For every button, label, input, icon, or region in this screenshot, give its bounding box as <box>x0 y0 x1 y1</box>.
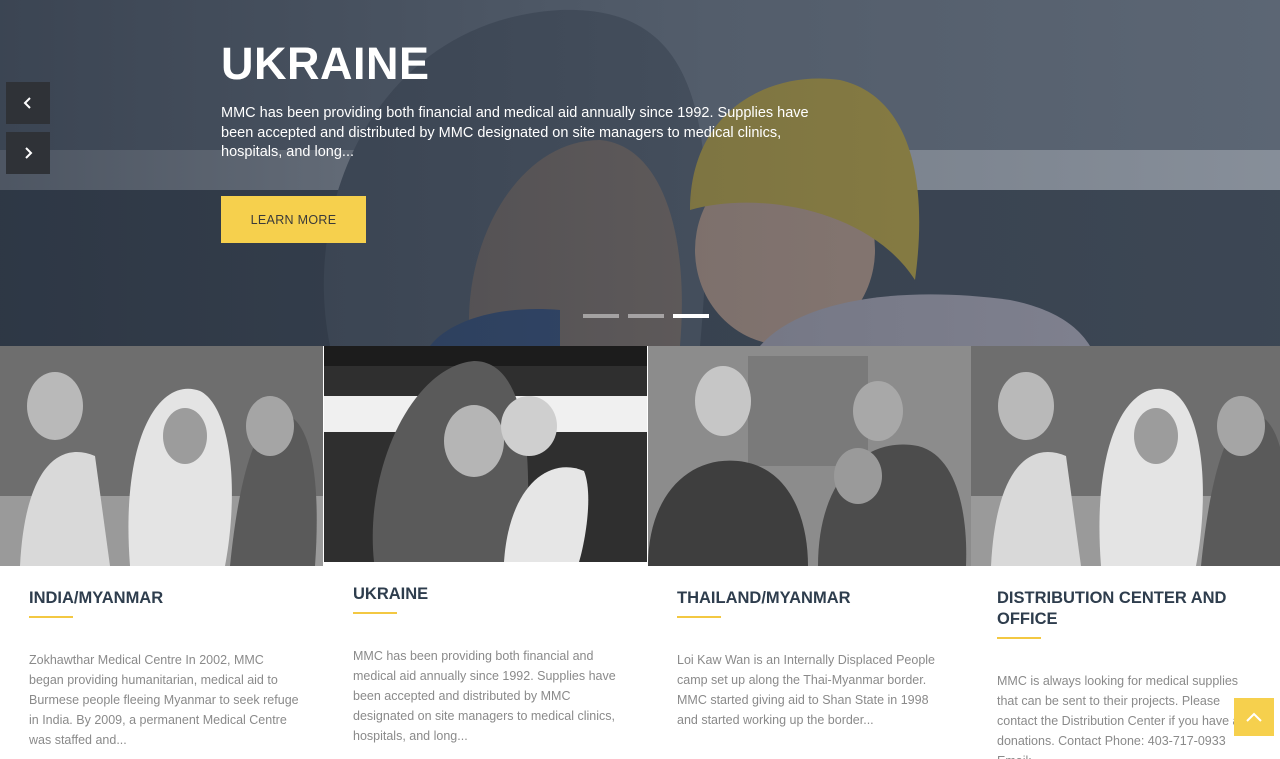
card-photo <box>0 346 323 566</box>
card-photo <box>324 346 647 562</box>
card-title[interactable]: DISTRIBUTION CENTER AND OFFICE <box>997 588 1247 630</box>
hero-description: MMC has been providing both financial an… <box>221 105 809 160</box>
title-underline <box>677 616 721 618</box>
chevron-up-icon <box>1246 712 1262 722</box>
card-photo <box>971 346 1280 566</box>
slider-pagination <box>583 314 709 318</box>
hero-overlay <box>0 0 1280 346</box>
card-title[interactable]: UKRAINE <box>353 584 623 605</box>
hero-slider: UKRAINE MMC has been providing both fina… <box>0 0 1280 346</box>
card-thailand-myanmar[interactable]: THAILAND/MYANMAR Loi Kaw Wan is an Inter… <box>648 346 971 759</box>
title-underline <box>29 616 73 618</box>
title-underline <box>997 637 1041 639</box>
card-excerpt: Zokhawthar Medical Centre In 2002, MMC b… <box>29 653 299 747</box>
card-india-myanmar[interactable]: INDIA/MYANMAR Zokhawthar Medical Centre … <box>0 346 323 759</box>
project-cards: INDIA/MYANMAR Zokhawthar Medical Centre … <box>0 346 1280 759</box>
title-underline <box>353 612 397 614</box>
card-excerpt: Loi Kaw Wan is an Internally Displaced P… <box>677 653 936 727</box>
slider-dot-active[interactable] <box>673 314 709 318</box>
learn-more-button[interactable]: LEARN MORE <box>221 196 366 243</box>
slider-dot[interactable] <box>583 314 619 318</box>
slider-prev-button[interactable] <box>6 82 50 124</box>
slider-next-button[interactable] <box>6 132 50 174</box>
slider-dot[interactable] <box>628 314 664 318</box>
card-excerpt: MMC has been providing both financial an… <box>353 649 616 743</box>
card-photo <box>648 346 971 566</box>
card-excerpt: MMC is always looking for medical suppli… <box>997 674 1253 759</box>
hero-title: UKRAINE <box>221 38 430 89</box>
card-ukraine[interactable]: UKRAINE MMC has been providing both fina… <box>324 346 647 759</box>
chevron-right-icon <box>25 147 33 159</box>
scroll-to-top-button[interactable] <box>1234 698 1274 736</box>
card-title[interactable]: THAILAND/MYANMAR <box>677 588 947 609</box>
card-title[interactable]: INDIA/MYANMAR <box>29 588 299 609</box>
chevron-left-icon <box>23 97 31 109</box>
